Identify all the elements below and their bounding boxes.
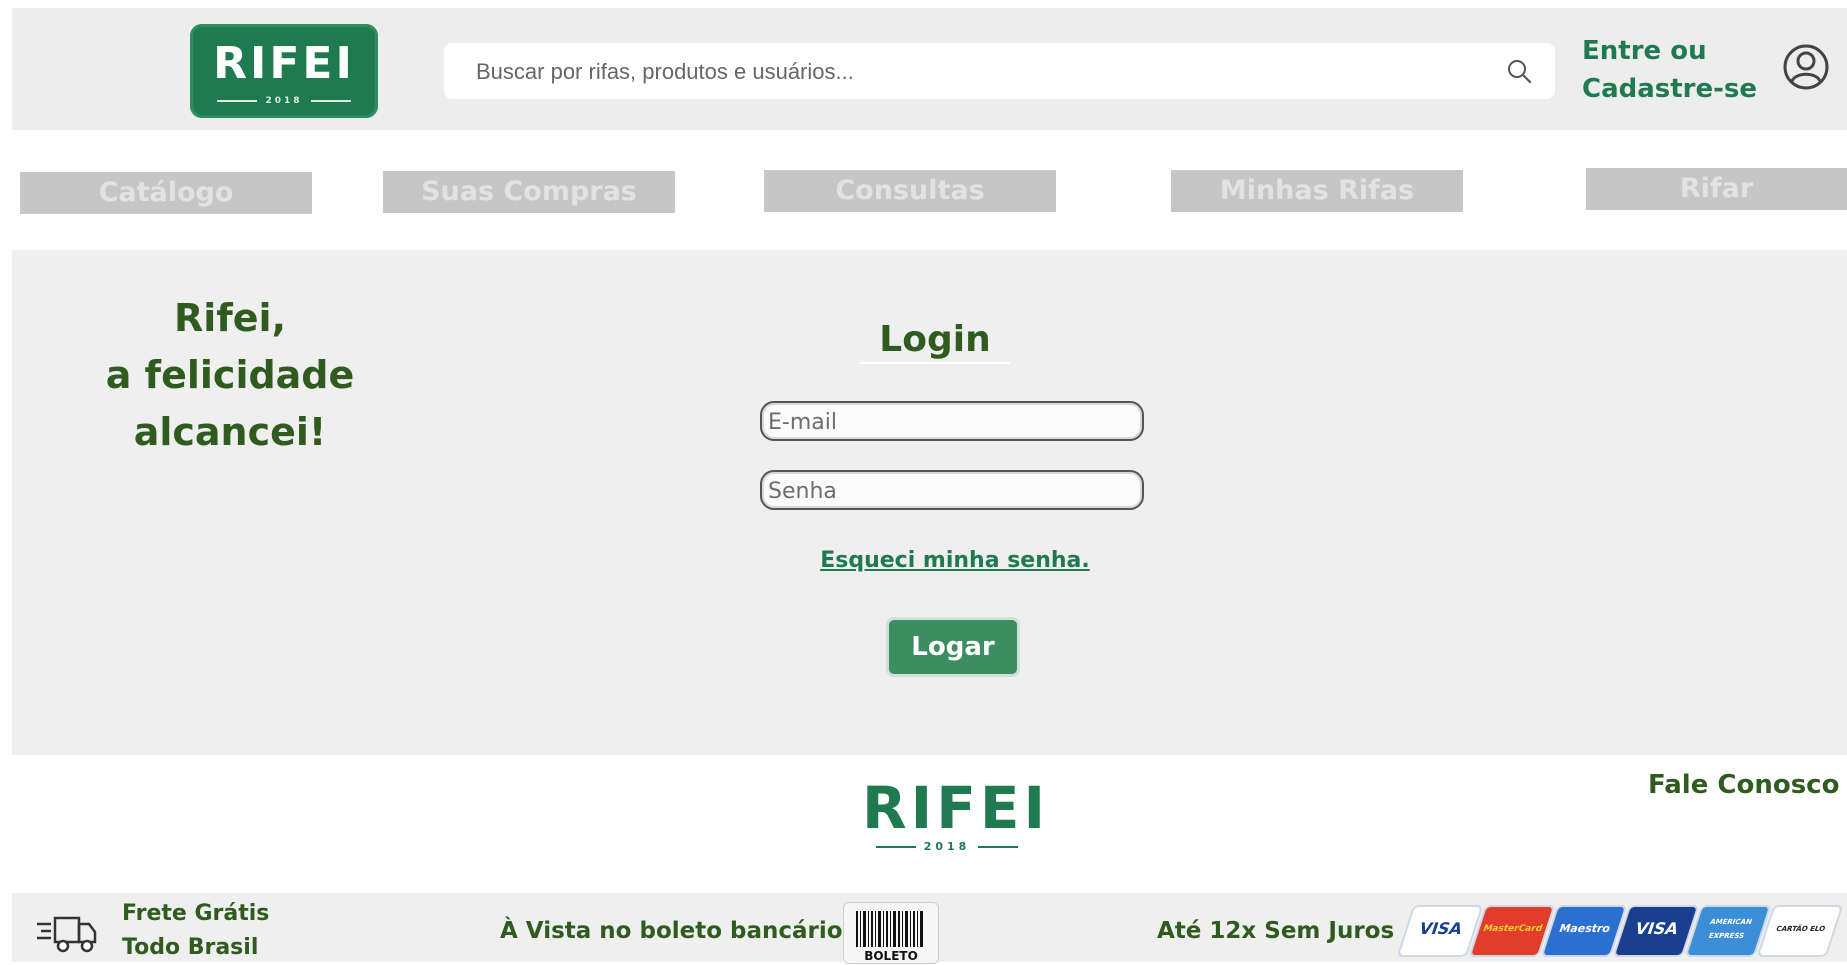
rifei-logo[interactable]: RIFEI 2018 bbox=[190, 24, 378, 118]
login-signup-link[interactable]: Entre ou Cadastre-se bbox=[1582, 32, 1757, 108]
boleto-badge-label: BOLETO bbox=[864, 949, 918, 963]
free-shipping-line2: Todo Brasil bbox=[122, 935, 259, 960]
free-shipping-line1: Frete Grátis bbox=[122, 901, 270, 926]
slogan-line1: Rifei, bbox=[173, 296, 287, 340]
email-field-wrapper bbox=[760, 401, 1144, 441]
truck-icon bbox=[37, 916, 97, 953]
contact-link[interactable]: Fale Conosco bbox=[1648, 770, 1839, 800]
search-icon[interactable] bbox=[1505, 57, 1533, 85]
logo-wordmark: RIFEI bbox=[213, 38, 355, 89]
boleto-text: À Vista no boleto bancário bbox=[500, 918, 843, 944]
nav-rifar[interactable]: Rifar bbox=[1586, 168, 1847, 210]
password-field-wrapper bbox=[760, 470, 1144, 510]
login-button[interactable]: Logar bbox=[889, 620, 1017, 674]
footer-logo-wordmark: RIFEI bbox=[862, 774, 1050, 842]
nav-suas-compras[interactable]: Suas Compras bbox=[383, 171, 675, 213]
logo-year: 2018 bbox=[190, 96, 378, 106]
email-field[interactable] bbox=[766, 403, 1138, 441]
slogan: Rifei, a felicidade alcancei! bbox=[84, 290, 376, 461]
forgot-password-link[interactable]: Esqueci minha senha. bbox=[800, 548, 1110, 573]
slogan-line2: a felicidade bbox=[105, 353, 355, 397]
installments-text: Até 12x Sem Juros bbox=[1157, 918, 1395, 944]
user-account-icon[interactable] bbox=[1782, 43, 1830, 91]
nav-catalogo[interactable]: Catálogo bbox=[20, 172, 312, 214]
nav-consultas[interactable]: Consultas bbox=[764, 170, 1056, 212]
nav-minhas-rifas[interactable]: Minhas Rifas bbox=[1171, 170, 1463, 212]
search-bar bbox=[444, 43, 1555, 101]
password-field[interactable] bbox=[766, 472, 1138, 510]
elo-card-icon: CARTÃO ELO bbox=[1756, 905, 1844, 957]
free-shipping-text: Frete Grátis Todo Brasil bbox=[122, 897, 269, 965]
footer-logo[interactable]: RIFEI 2018 bbox=[862, 774, 1050, 853]
login-link-line2: Cadastre-se bbox=[1582, 74, 1758, 104]
boleto-barcode-icon: BOLETO bbox=[843, 902, 939, 964]
login-title: Login bbox=[860, 318, 1010, 364]
payment-cards: VISA MasterCard Maestro VISA AMERICAN EX… bbox=[1396, 905, 1844, 960]
footer-logo-year: 2018 bbox=[862, 840, 1032, 853]
login-link-line1: Entre ou bbox=[1582, 36, 1707, 66]
search-input[interactable] bbox=[474, 43, 1478, 101]
slogan-line3: alcancei! bbox=[133, 410, 327, 454]
